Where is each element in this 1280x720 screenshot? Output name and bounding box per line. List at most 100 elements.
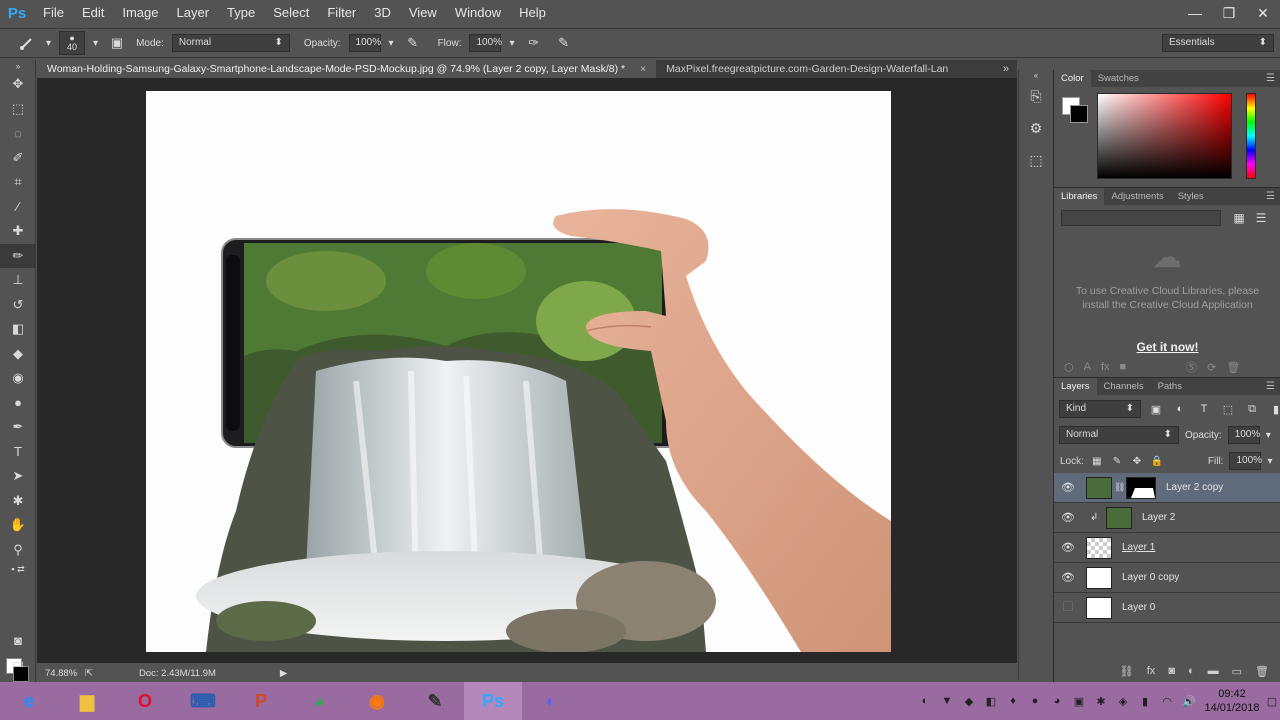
grid-view-icon[interactable]: ▦ <box>1230 209 1248 227</box>
tab-paths[interactable]: Paths <box>1151 378 1189 395</box>
more-tabs-icon[interactable]: » <box>1003 60 1009 78</box>
filter-shape-icon[interactable]: ⬚ <box>1219 403 1237 416</box>
discord-icon[interactable]: ◐ <box>522 682 580 720</box>
security-tray-icon[interactable]: ◈ <box>1112 695 1134 708</box>
type-tool-icon[interactable]: T <box>0 440 36 465</box>
flow-input[interactable]: 100% <box>469 34 502 52</box>
delete-layer-icon[interactable]: 🗑 <box>1255 665 1269 678</box>
shield-tray-icon[interactable]: ◆ <box>958 695 980 708</box>
close-button[interactable]: ✕ <box>1246 0 1280 26</box>
menu-image[interactable]: Image <box>113 0 167 26</box>
share-icon[interactable]: ⇱ <box>85 668 99 679</box>
eye-icon[interactable]: 👁 <box>1054 571 1082 584</box>
menu-help[interactable]: Help <box>510 0 555 26</box>
layer-row[interactable]: Layer 0 <box>1054 593 1280 623</box>
notification-tray-icon[interactable]: ▼ <box>936 695 958 707</box>
tab-libraries[interactable]: Libraries <box>1054 188 1105 205</box>
eyedropper-tool-icon[interactable]: ⁄ <box>0 195 36 220</box>
opacity-input[interactable]: 100% <box>348 34 381 52</box>
library-select[interactable] <box>1061 210 1221 226</box>
path-selection-tool-icon[interactable]: ➤ <box>0 464 36 489</box>
network-tray-icon[interactable]: ♦ <box>1002 695 1024 707</box>
menu-view[interactable]: View <box>400 0 446 26</box>
properties-panel-icon[interactable]: ⚙ <box>1019 112 1053 144</box>
quick-selection-tool-icon[interactable]: ✐ <box>0 146 36 171</box>
chevron-down-icon[interactable]: ▾ <box>389 38 394 49</box>
photoshop-taskbar-icon[interactable]: Ps <box>464 682 522 720</box>
volume-icon[interactable]: 🔊 <box>1178 695 1200 708</box>
tab-channels[interactable]: Channels <box>1097 378 1151 395</box>
filter-toggle-icon[interactable]: ▮ <box>1267 403 1280 416</box>
status-menu-arrow-icon[interactable]: ▶ <box>280 668 287 679</box>
zoom-level[interactable]: 74.88% <box>37 668 81 679</box>
panel-collapse-icon[interactable]: » <box>0 60 36 72</box>
eye-icon[interactable]: 👁 <box>1054 511 1082 524</box>
dodge-tool-icon[interactable]: ● <box>0 391 36 416</box>
history-brush-tool-icon[interactable]: ↺ <box>0 293 36 318</box>
firefox-icon[interactable]: ◉ <box>348 682 406 720</box>
filter-pixel-icon[interactable]: ▣ <box>1147 403 1165 416</box>
chrome-tray-icon[interactable]: ◕ <box>1046 695 1068 707</box>
menu-file[interactable]: File <box>34 0 73 26</box>
character-panel-icon[interactable]: ⬚ <box>1019 144 1053 176</box>
move-tool-icon[interactable]: ✥ <box>0 72 36 97</box>
hand-tool-icon[interactable]: ✋ <box>0 513 36 538</box>
clone-stamp-tool-icon[interactable]: ⊥ <box>0 268 36 293</box>
panel-menu-icon[interactable]: ☰ <box>1266 381 1275 392</box>
minimize-button[interactable]: — <box>1178 0 1212 26</box>
marquee-tool-icon[interactable]: ⬚ <box>0 97 36 122</box>
menu-3d[interactable]: 3D <box>365 0 400 26</box>
chevron-down-icon[interactable]: ▾ <box>509 38 514 49</box>
layer-opacity-input[interactable]: 100% <box>1227 426 1260 444</box>
opera-icon[interactable]: O <box>116 682 174 720</box>
background-color-swatch[interactable] <box>1070 105 1088 123</box>
battery-icon[interactable]: ▮ <box>1134 695 1156 708</box>
fill-input[interactable]: 100% <box>1229 452 1262 470</box>
layer-row[interactable]: 👁 Layer 0 copy <box>1054 563 1280 593</box>
color-field[interactable] <box>1097 93 1232 179</box>
file-explorer-icon[interactable]: ▆ <box>58 682 116 720</box>
quick-mask-icon[interactable]: ◙ <box>0 628 36 653</box>
gimp-icon[interactable]: ✎ <box>406 682 464 720</box>
pen-tool-icon[interactable]: ✒ <box>0 415 36 440</box>
powerpoint-icon[interactable]: P <box>232 682 290 720</box>
bluetooth-tray-icon[interactable]: ✱ <box>1090 695 1112 708</box>
monitor-tray-icon[interactable]: ▣ <box>1068 695 1090 708</box>
internet-explorer-icon[interactable]: e <box>0 682 58 720</box>
brush-preset-icon[interactable] <box>16 32 38 54</box>
pressure-size-icon[interactable]: ✎ <box>553 32 575 54</box>
layer-name[interactable]: Layer 2 <box>1142 512 1175 523</box>
chevron-down-icon[interactable]: ▾ <box>1267 456 1272 467</box>
lock-transparency-icon[interactable]: ▦ <box>1090 456 1104 467</box>
layer-name[interactable]: Layer 1 <box>1122 542 1155 553</box>
app-tray-icon[interactable]: ◧ <box>980 695 1002 708</box>
workspace-select[interactable]: Essentials ⬍ <box>1162 34 1274 52</box>
layer-mask-thumbnail[interactable] <box>1126 476 1156 499</box>
layer-name[interactable]: Layer 0 copy <box>1122 572 1179 583</box>
brush-panel-icon[interactable]: ▣ <box>106 32 128 54</box>
add-mask-icon[interactable]: ◙ <box>1168 665 1175 677</box>
mode-select[interactable]: Normal ⬍ <box>171 34 290 52</box>
system-clock[interactable]: 09:42 14/01/2018 <box>1200 687 1264 715</box>
airbrush-icon[interactable]: ✑ <box>523 32 545 54</box>
tab-adjustments[interactable]: Adjustments <box>1104 188 1170 205</box>
maximize-button[interactable]: ❐ <box>1212 0 1246 26</box>
lock-position-icon[interactable]: ✥ <box>1130 456 1144 467</box>
crop-tool-icon[interactable]: ⌗ <box>0 170 36 195</box>
eraser-tool-icon[interactable]: ◧ <box>0 317 36 342</box>
link-layers-icon[interactable]: ⛓ <box>1120 665 1134 678</box>
hue-slider[interactable] <box>1246 93 1256 179</box>
list-view-icon[interactable]: ☰ <box>1252 209 1270 227</box>
close-tab-icon[interactable]: × <box>640 63 646 75</box>
layer-row[interactable]: 👁 Layer 1 <box>1054 533 1280 563</box>
new-group-icon[interactable]: ▬ <box>1208 665 1219 677</box>
chrome-icon[interactable]: ◕ <box>290 682 348 720</box>
lasso-tool-icon[interactable]: ◌ <box>0 121 36 146</box>
tab-layers[interactable]: Layers <box>1054 378 1097 395</box>
brush-size-picker[interactable]: ● 40 <box>59 31 86 55</box>
pressure-opacity-icon[interactable]: ✎ <box>402 32 424 54</box>
discord-tray-icon[interactable]: ◐ <box>914 695 936 707</box>
layer-name[interactable]: Layer 2 copy <box>1166 482 1223 493</box>
tab-swatches[interactable]: Swatches <box>1091 70 1146 87</box>
eye-icon[interactable]: 👁 <box>1054 481 1082 494</box>
